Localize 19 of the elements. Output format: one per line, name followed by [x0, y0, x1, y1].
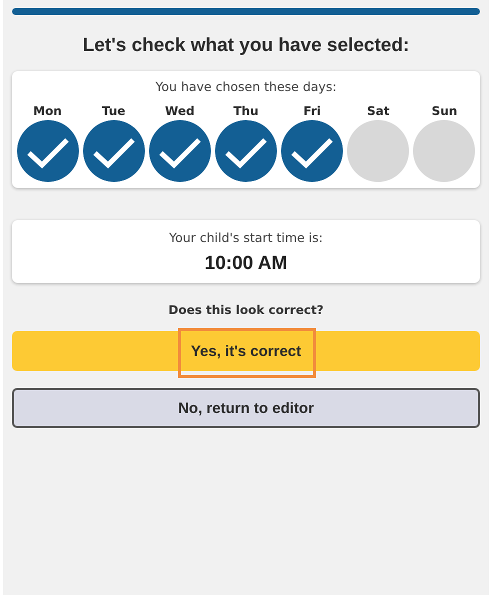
day-checkbox[interactable]	[148, 120, 211, 182]
return-button[interactable]: No, return to editor	[12, 388, 480, 428]
day-label: Mon	[33, 104, 62, 118]
day-checkbox[interactable]	[82, 120, 145, 182]
days-label: You have chosen these days:	[155, 79, 337, 94]
day-label: Sun	[432, 104, 458, 118]
day-label: Wed	[165, 104, 195, 118]
day-label: Fri	[303, 104, 321, 118]
day-label: Tue	[102, 104, 126, 118]
day-label: Sat	[367, 104, 390, 118]
page-title: Let's check what you have selected:	[82, 35, 410, 57]
day-checkbox[interactable]	[214, 120, 277, 182]
day-checkbox[interactable]	[281, 120, 344, 182]
confirm-button[interactable]: Yes, it's correct	[12, 331, 480, 371]
time-label: Your child's start time is:	[169, 230, 323, 245]
day-label: Thu	[233, 104, 259, 118]
start-time: 10:00 AM	[204, 253, 288, 275]
confirm-question: Does this look correct?	[168, 303, 324, 317]
day-checkbox[interactable]	[16, 120, 78, 182]
